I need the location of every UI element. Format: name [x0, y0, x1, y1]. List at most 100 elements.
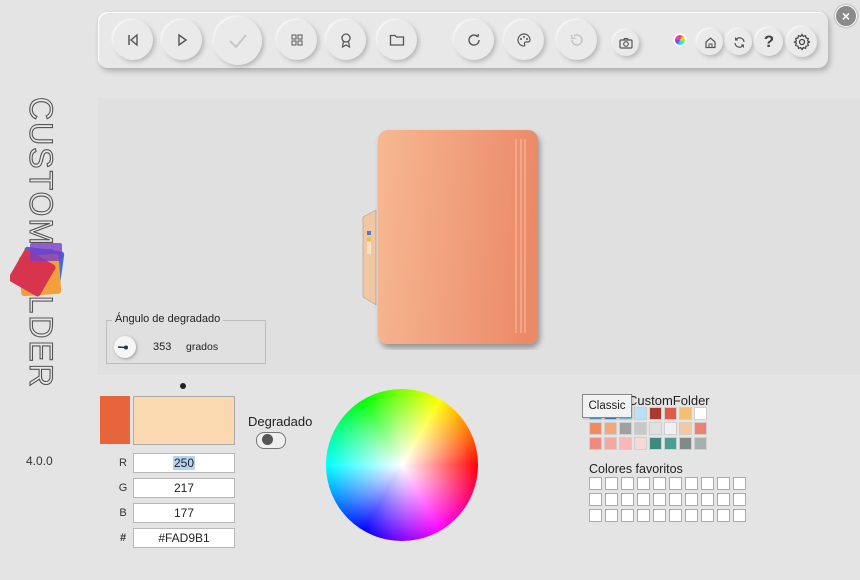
favorite-slot[interactable] [605, 493, 618, 506]
favorite-slot[interactable] [701, 493, 714, 506]
undo-button[interactable] [557, 20, 597, 60]
palette-button[interactable] [504, 20, 544, 60]
gradient-angle-title: Ángulo de degradado [112, 313, 224, 325]
favorite-slot[interactable] [685, 509, 698, 522]
main-color-swatch[interactable] [100, 396, 130, 444]
favorite-slot[interactable] [701, 509, 714, 522]
favorite-slot[interactable] [605, 477, 618, 490]
favorite-slot[interactable] [653, 509, 666, 522]
apply-button[interactable] [214, 17, 262, 65]
favorite-slot[interactable] [637, 477, 650, 490]
refresh-button[interactable] [454, 20, 494, 60]
g-input[interactable]: 217 [133, 478, 235, 498]
award-button[interactable] [326, 20, 366, 60]
folder-logo-icon [10, 243, 65, 297]
camera-button[interactable] [613, 30, 639, 56]
favorite-slot[interactable] [669, 493, 682, 506]
hex-input[interactable]: #FAD9B1 [133, 528, 235, 548]
palette-swatch[interactable] [619, 437, 632, 450]
palette-swatch[interactable] [679, 437, 692, 450]
palette-swatch[interactable] [604, 437, 617, 450]
color-wheel-icon[interactable] [673, 33, 687, 47]
folder-button[interactable] [377, 20, 417, 60]
b-value: 177 [173, 506, 195, 520]
g-value: 217 [173, 481, 195, 495]
palette-swatch[interactable] [679, 407, 692, 420]
favorite-slot[interactable] [717, 493, 730, 506]
favorite-slot[interactable] [637, 493, 650, 506]
favorite-slot[interactable] [701, 477, 714, 490]
help-button[interactable]: ? [755, 28, 783, 56]
favorite-slot[interactable] [717, 509, 730, 522]
favorite-slot[interactable] [685, 493, 698, 506]
palette-swatch[interactable] [664, 437, 677, 450]
favorites-grid [589, 477, 746, 522]
palette-swatch[interactable] [649, 407, 662, 420]
favorite-slot[interactable] [669, 509, 682, 522]
palette-swatch[interactable] [604, 422, 617, 435]
favorite-slot[interactable] [589, 477, 602, 490]
close-button[interactable]: × [835, 5, 857, 27]
palette-swatch[interactable] [664, 407, 677, 420]
favorite-slot[interactable] [717, 477, 730, 490]
favorite-slot[interactable] [733, 493, 746, 506]
favorite-slot[interactable] [653, 493, 666, 506]
palette-swatch[interactable] [619, 422, 632, 435]
r-label: R [119, 457, 127, 469]
sync-icon [733, 36, 745, 48]
favorite-slot[interactable] [589, 493, 602, 506]
undo-icon [570, 34, 583, 46]
favorite-slot[interactable] [621, 477, 634, 490]
favorite-slot[interactable] [653, 477, 666, 490]
settings-button[interactable] [787, 27, 817, 57]
angle-dial[interactable] [114, 336, 136, 358]
camera-icon [619, 37, 633, 49]
palette-swatch[interactable] [634, 407, 647, 420]
gradient-toggle-knob [262, 434, 273, 445]
r-input[interactable]: 250 [133, 453, 235, 473]
favorite-slot[interactable] [605, 509, 618, 522]
gear-icon [793, 33, 811, 51]
angle-dial-needle [117, 345, 128, 350]
favorite-slot[interactable] [733, 509, 746, 522]
color-wheel[interactable] [326, 389, 478, 541]
favorite-slot[interactable] [685, 477, 698, 490]
favorite-slot[interactable] [621, 509, 634, 522]
favorite-slot[interactable] [621, 493, 634, 506]
palette-swatch[interactable] [589, 422, 602, 435]
favorite-slot[interactable] [669, 477, 682, 490]
palette-title: CustomFolder [628, 393, 710, 408]
gradient-label: Degradado [248, 414, 313, 429]
favorite-slot[interactable] [637, 509, 650, 522]
palette-swatch[interactable] [634, 422, 647, 435]
palette-swatch[interactable] [649, 422, 662, 435]
g-label: G [118, 482, 128, 494]
hex-label: # [119, 532, 127, 544]
palette-swatch[interactable] [649, 437, 662, 450]
home-icon [704, 36, 716, 48]
grid-button[interactable] [277, 20, 317, 60]
palette-swatch[interactable] [694, 407, 707, 420]
palette-swatch[interactable] [694, 422, 707, 435]
refresh-icon [468, 33, 480, 46]
app-logo: CUSTOMFOLDER [10, 96, 65, 389]
home-button[interactable] [697, 29, 723, 55]
favorites-title: Colores favoritos [589, 462, 683, 476]
palette-swatch[interactable] [694, 437, 707, 450]
grid-icon [291, 34, 303, 46]
favorite-slot[interactable] [733, 477, 746, 490]
palette-tooltip: Classic [582, 394, 632, 418]
palette-swatch[interactable] [679, 422, 692, 435]
check-icon [229, 34, 247, 49]
palette-swatch[interactable] [634, 437, 647, 450]
previous-button[interactable] [113, 20, 153, 60]
palette-swatch[interactable] [589, 437, 602, 450]
sync-button[interactable] [726, 29, 752, 55]
b-input[interactable]: 177 [133, 503, 235, 523]
palette-swatch[interactable] [664, 422, 677, 435]
folder-icon [389, 34, 405, 46]
current-color-swatch[interactable] [133, 396, 235, 445]
version-label: 4.0.0 [26, 454, 53, 468]
favorite-slot[interactable] [589, 509, 602, 522]
play-button[interactable] [162, 20, 202, 60]
